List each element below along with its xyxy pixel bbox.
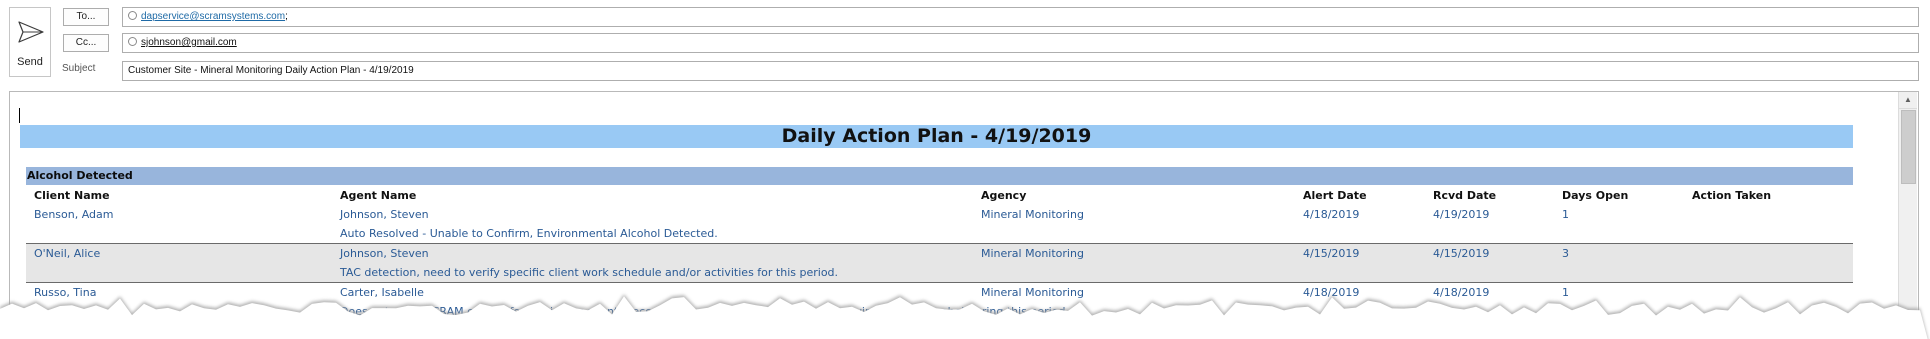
column-header-agent: Agent Name [340,189,417,202]
row1-client: Benson, Adam [34,208,114,221]
row2-background [26,244,1853,282]
column-header-days-open: Days Open [1562,189,1629,202]
to-field[interactable]: dapservice@scramsystems.com; [122,7,1919,27]
email-compose-window: Send To... Cc... Subject dapservice@scra… [0,0,1930,339]
section-heading: Alcohol Detected [26,167,1853,185]
row1-agency: Mineral Monitoring [981,208,1084,221]
row2-note: TAC detection, need to verify specific c… [340,266,839,279]
text-cursor [19,108,20,123]
row1-alert-date: 4/18/2019 [1303,208,1360,221]
send-button[interactable]: Send [9,7,51,77]
send-label: Send [17,56,43,68]
row2-days-open: 3 [1562,247,1569,260]
row2-agent: Johnson, Steven [340,247,429,260]
to-button[interactable]: To... [63,8,109,26]
recipient-status-icon [128,36,137,46]
report-title: Daily Action Plan - 4/19/2019 [20,125,1853,148]
subject-field[interactable]: Customer Site - Mineral Monitoring Daily… [122,61,1919,81]
row-divider [26,282,1853,283]
row2-agency: Mineral Monitoring [981,247,1084,260]
to-separator: ; [285,11,288,22]
column-header-alert-date: Alert Date [1303,189,1367,202]
row1-note: Auto Resolved - Unable to Confirm, Envir… [340,227,718,240]
row2-client: O'Neil, Alice [34,247,101,260]
row1-agent: Johnson, Steven [340,208,429,221]
column-header-agency: Agency [981,189,1027,202]
to-recipient[interactable]: dapservice@scramsystems.com [141,11,285,22]
cc-recipient[interactable]: sjohnson@gmail.com [141,37,237,48]
cc-button[interactable]: Cc... [63,34,109,52]
scroll-thumb[interactable] [1901,110,1916,184]
scroll-up-arrow-icon[interactable]: ▲ [1899,92,1917,109]
paper-plane-icon [18,21,44,43]
row1-rcvd-date: 4/19/2019 [1433,208,1490,221]
subject-label: Subject [62,63,96,74]
column-header-rcvd-date: Rcvd Date [1433,189,1497,202]
recipient-status-icon [128,10,137,20]
cc-field[interactable]: sjohnson@gmail.com [122,33,1919,53]
row2-alert-date: 4/15/2019 [1303,247,1360,260]
torn-paper-edge [0,294,1928,339]
column-header-action-taken: Action Taken [1692,189,1772,202]
row1-days-open: 1 [1562,208,1569,221]
row2-rcvd-date: 4/15/2019 [1433,247,1490,260]
column-header-client: Client Name [34,189,110,202]
